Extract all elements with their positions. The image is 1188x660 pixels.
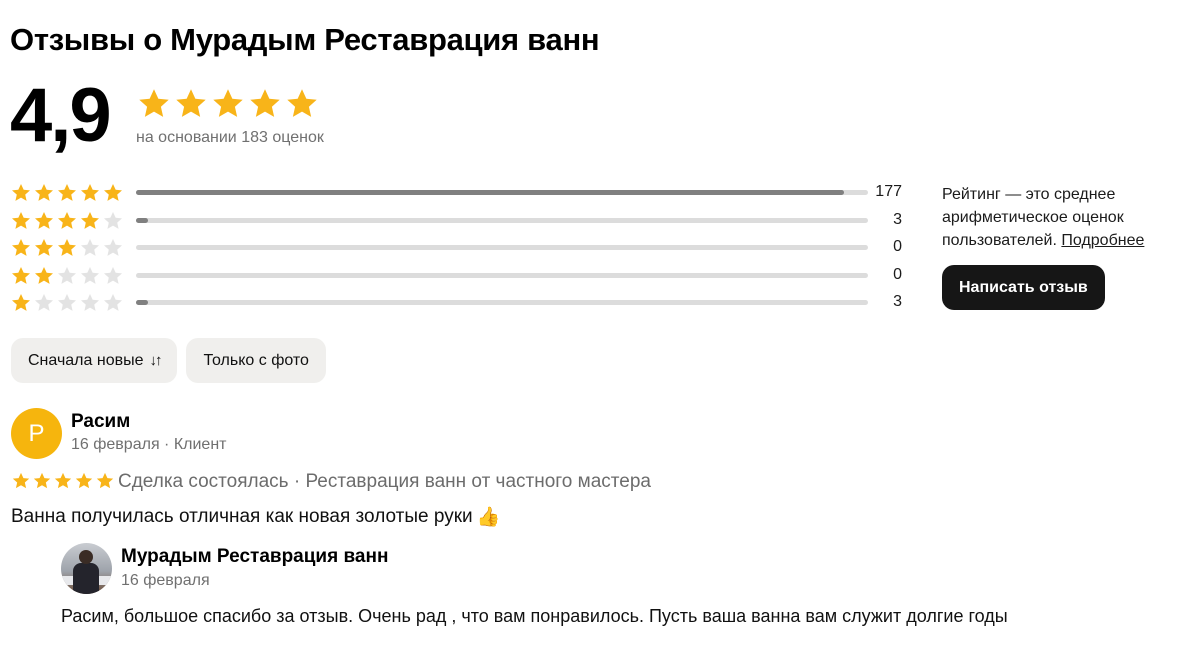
star-filled-icon <box>250 89 280 117</box>
distribution-bar-fill <box>136 300 148 305</box>
avatar: Р <box>11 408 62 459</box>
star-filled-icon <box>35 239 53 256</box>
star-empty-icon <box>35 294 53 311</box>
star-empty-icon <box>104 294 122 311</box>
filter-bar: Сначала новые ↓↑ Только с фото <box>11 338 326 383</box>
distribution-stars <box>10 265 124 287</box>
sort-arrows-icon: ↓↑ <box>149 352 162 369</box>
rating-info: Рейтинг — это среднее арифметическое оце… <box>942 183 1177 252</box>
distribution-bar <box>136 300 868 305</box>
review-text: Ванна получилась отличная как новая золо… <box>11 505 500 529</box>
star-empty-icon <box>58 294 76 311</box>
star-filled-icon <box>35 211 53 229</box>
star-empty-icon <box>81 239 99 256</box>
star-empty-icon <box>58 266 76 284</box>
distribution-bar-fill <box>136 190 844 195</box>
page-title: Отзывы о Мурадым Реставрация ванн <box>10 22 600 57</box>
star-filled-icon <box>12 184 30 201</box>
distribution-count: 3 <box>893 293 902 310</box>
more-link[interactable]: Подробнее <box>1061 232 1144 249</box>
reply-author: Мурадым Реставрация ванн <box>121 546 389 567</box>
distribution-row-3[interactable]: 0 <box>10 236 910 260</box>
sort-label: Сначала новые <box>28 351 144 369</box>
distribution-count: 3 <box>893 210 902 228</box>
review-stars <box>11 471 115 491</box>
star-filled-icon <box>35 184 53 201</box>
distribution-bar <box>136 190 868 195</box>
reply-text: Расим, большое спасибо за отзыв. Очень р… <box>61 606 1008 626</box>
star-empty-icon <box>81 266 99 284</box>
reply-avatar <box>61 543 112 594</box>
star-filled-icon <box>12 266 30 284</box>
star-filled-icon <box>12 239 30 256</box>
star-filled-icon <box>104 184 122 201</box>
star-filled-icon <box>12 294 30 311</box>
reply-date: 16 февраля <box>121 572 210 589</box>
star-filled-icon <box>96 472 114 489</box>
star-filled-icon <box>58 211 76 229</box>
rating-score: 4,9 <box>10 73 112 158</box>
review-meta: 16 февраля · Клиент <box>71 436 227 453</box>
distribution-bar <box>136 217 868 223</box>
star-filled-icon <box>176 89 206 117</box>
photo-only-button[interactable]: Только с фото <box>186 338 326 383</box>
star-filled-icon <box>58 239 76 256</box>
distribution-stars <box>10 237 124 259</box>
rating-stars <box>136 86 320 122</box>
distribution-stars <box>10 182 124 204</box>
star-filled-icon <box>81 184 99 201</box>
sort-newest-button[interactable]: Сначала новые ↓↑ <box>11 338 178 383</box>
distribution-stars <box>10 292 124 314</box>
distribution-count: 0 <box>893 265 902 283</box>
thumbs-up-icon: 👍 <box>476 507 501 528</box>
distribution-row-1[interactable]: 3 <box>10 291 910 315</box>
star-filled-icon <box>58 184 76 201</box>
star-empty-icon <box>104 266 122 284</box>
star-filled-icon <box>75 472 93 489</box>
star-empty-icon <box>104 211 122 229</box>
distribution-count: 177 <box>875 183 902 200</box>
distribution-bar-fill <box>136 217 148 223</box>
star-filled-icon <box>81 211 99 229</box>
distribution-stars <box>10 210 124 232</box>
star-empty-icon <box>104 239 122 256</box>
star-filled-icon <box>33 472 51 489</box>
write-review-button[interactable]: Написать отзыв <box>942 265 1105 310</box>
distribution-row-2[interactable]: 0 <box>10 264 910 288</box>
review-text-body: Ванна получилась отличная как новая золо… <box>11 506 473 527</box>
star-filled-icon <box>287 89 317 117</box>
distribution-row-5[interactable]: 177 <box>10 181 910 205</box>
distribution-count: 0 <box>893 238 902 255</box>
star-empty-icon <box>81 294 99 311</box>
distribution-bar <box>136 272 868 278</box>
star-filled-icon <box>12 211 30 229</box>
star-filled-icon <box>139 89 169 117</box>
star-filled-icon <box>213 89 243 117</box>
star-filled-icon <box>35 266 53 284</box>
distribution-row-4[interactable]: 3 <box>10 209 910 233</box>
distribution-bar <box>136 245 868 250</box>
review-deal: Сделка состоялась · Реставрация ванн от … <box>118 471 651 492</box>
star-filled-icon <box>54 472 72 489</box>
star-filled-icon <box>12 472 30 489</box>
rating-basis: на основании 183 оценок <box>136 129 324 146</box>
review-author: Расим <box>71 411 131 432</box>
